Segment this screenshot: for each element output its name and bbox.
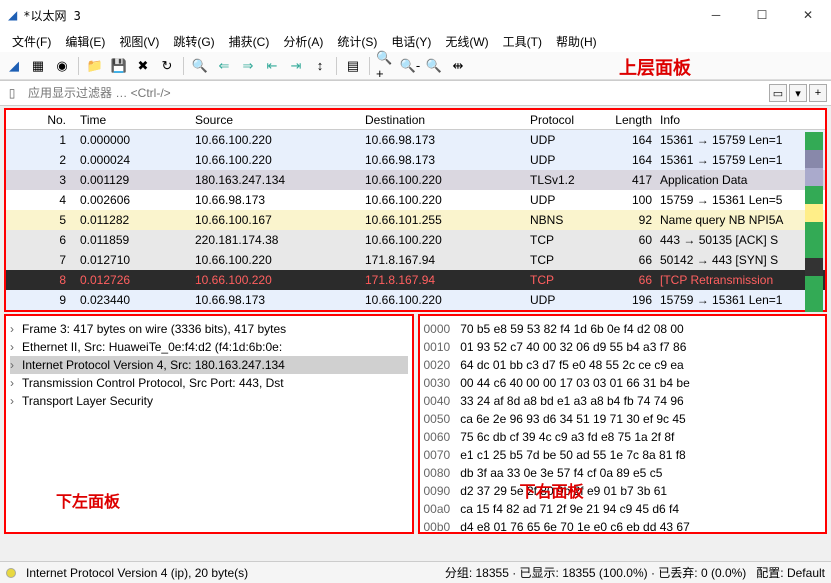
table-row[interactable]: 30.001129180.163.247.13410.66.100.220TLS… bbox=[6, 170, 825, 190]
jump-last-icon[interactable]: ⇥ bbox=[286, 56, 306, 76]
hex-row[interactable]: 006075 6c db cf 39 4c c9 a3 fd e8 75 1a … bbox=[424, 428, 822, 446]
table-row[interactable]: 40.00260610.66.98.17310.66.100.220UDP100… bbox=[6, 190, 825, 210]
status-field: Internet Protocol Version 4 (ip), 20 byt… bbox=[26, 566, 248, 580]
hex-row[interactable]: 00b0d4 e8 01 76 65 6e 70 1e e0 c6 eb dd … bbox=[424, 518, 822, 534]
auto-scroll-icon[interactable]: ↕ bbox=[310, 56, 330, 76]
open-icon[interactable]: 📁 bbox=[85, 56, 105, 76]
bookmark-icon[interactable]: ▯ bbox=[0, 86, 24, 100]
annotation-br: 下右面板 bbox=[520, 478, 584, 502]
menu-capture[interactable]: 捕获(C) bbox=[223, 31, 276, 52]
status-packets: 分组: 18355 · 已显示: 18355 (100.0%) · 已丢弃: 0… bbox=[445, 564, 746, 581]
maximize-button[interactable]: ☐ bbox=[739, 0, 785, 30]
tree-item[interactable]: ›Ethernet II, Src: HuaweiTe_0e:f4:d2 (f4… bbox=[10, 338, 408, 356]
col-source[interactable]: Source bbox=[191, 111, 361, 129]
table-row[interactable]: 10.00000010.66.100.22010.66.98.173UDP164… bbox=[6, 130, 825, 150]
reload-icon[interactable]: ↻ bbox=[157, 56, 177, 76]
col-no[interactable]: No. bbox=[6, 111, 76, 129]
menu-edit[interactable]: 编辑(E) bbox=[59, 31, 111, 52]
col-destination[interactable]: Destination bbox=[361, 111, 526, 129]
annotation-bl: 下左面板 bbox=[56, 488, 120, 512]
expand-icon[interactable]: › bbox=[10, 340, 22, 354]
packet-bytes-pane[interactable]: 000070 b5 e8 59 53 82 f4 1d 6b 0e f4 d2 … bbox=[418, 314, 828, 534]
prev-icon[interactable]: ⇐ bbox=[214, 56, 234, 76]
expert-info-icon[interactable] bbox=[6, 568, 16, 578]
col-length[interactable]: Length bbox=[601, 111, 656, 129]
minimize-button[interactable]: ─ bbox=[693, 0, 739, 30]
menu-wireless[interactable]: 无线(W) bbox=[439, 31, 494, 52]
table-row[interactable]: 70.01271010.66.100.220171.8.167.94TCP665… bbox=[6, 250, 825, 270]
hex-row[interactable]: 0080db 3f aa 33 0e 3e 57 f4 cf 0a 89 e5 … bbox=[424, 464, 822, 482]
capture-options-icon[interactable]: ◉ bbox=[52, 56, 72, 76]
hex-row[interactable]: 0070e1 c1 25 b5 7d be 50 ad 55 1e 7c 8a … bbox=[424, 446, 822, 464]
col-protocol[interactable]: Protocol bbox=[526, 111, 601, 129]
packet-details-pane[interactable]: ›Frame 3: 417 bytes on wire (3336 bits),… bbox=[4, 314, 414, 534]
col-time[interactable]: Time bbox=[76, 111, 191, 129]
expand-icon[interactable]: › bbox=[10, 394, 22, 408]
save-icon[interactable]: 💾 bbox=[109, 56, 129, 76]
filter-history-button[interactable]: ▾ bbox=[789, 84, 807, 102]
hex-row[interactable]: 003000 44 c6 40 00 00 17 03 03 01 66 31 … bbox=[424, 374, 822, 392]
jump-first-icon[interactable]: ⇤ bbox=[262, 56, 282, 76]
status-profile[interactable]: 配置: Default bbox=[756, 564, 825, 581]
table-row[interactable]: 80.01272610.66.100.220171.8.167.94TCP66[… bbox=[6, 270, 825, 290]
find-icon[interactable]: 🔍 bbox=[190, 56, 210, 76]
table-row[interactable]: 20.00002410.66.100.22010.66.98.173UDP164… bbox=[6, 150, 825, 170]
expand-icon[interactable]: › bbox=[10, 358, 22, 372]
hex-row[interactable]: 001001 93 52 c7 40 00 32 06 d9 55 b4 a3 … bbox=[424, 338, 822, 356]
zoom-out-icon[interactable]: 🔍- bbox=[400, 56, 420, 76]
table-row[interactable]: 90.02344010.66.98.17310.66.100.220UDP196… bbox=[6, 290, 825, 310]
window-title: *以太网 3 bbox=[23, 7, 81, 24]
app-icon: ◢ bbox=[8, 8, 17, 22]
menu-view[interactable]: 视图(V) bbox=[113, 31, 165, 52]
close-file-icon[interactable]: ✖ bbox=[133, 56, 153, 76]
interfaces-icon[interactable]: ▦ bbox=[28, 56, 48, 76]
packet-minimap[interactable] bbox=[805, 132, 823, 312]
hex-row[interactable]: 000070 b5 e8 59 53 82 f4 1d 6b 0e f4 d2 … bbox=[424, 320, 822, 338]
annotation-top: 上层面板 bbox=[619, 54, 691, 80]
col-info[interactable]: Info bbox=[656, 111, 825, 129]
table-row[interactable]: 60.011859220.181.174.3810.66.100.220TCP6… bbox=[6, 230, 825, 250]
filter-expression-button[interactable]: ▭ bbox=[769, 84, 787, 102]
hex-row[interactable]: 0050ca 6e 2e 96 93 d6 34 51 19 71 30 ef … bbox=[424, 410, 822, 428]
tree-item[interactable]: ›Transmission Control Protocol, Src Port… bbox=[10, 374, 408, 392]
menu-help[interactable]: 帮助(H) bbox=[550, 31, 603, 52]
hex-row[interactable]: 004033 24 af 8d a8 bd e1 a3 a8 b4 fb 74 … bbox=[424, 392, 822, 410]
menu-go[interactable]: 跳转(G) bbox=[167, 31, 220, 52]
filter-add-button[interactable]: + bbox=[809, 84, 827, 102]
packet-list-pane[interactable]: No. Time Source Destination Protocol Len… bbox=[4, 108, 827, 312]
menu-file[interactable]: 文件(F) bbox=[6, 31, 57, 52]
hex-row[interactable]: 0090d2 37 29 5e 2f 80 9b 2f e9 01 b7 3b … bbox=[424, 482, 822, 500]
zoom-reset-icon[interactable]: 🔍 bbox=[424, 56, 444, 76]
start-capture-icon[interactable]: ◢ bbox=[4, 56, 24, 76]
table-row[interactable]: 50.01128210.66.100.16710.66.101.255NBNS9… bbox=[6, 210, 825, 230]
tree-item[interactable]: ›Transport Layer Security bbox=[10, 392, 408, 410]
menu-analyze[interactable]: 分析(A) bbox=[277, 31, 329, 52]
resize-cols-icon[interactable]: ⇹ bbox=[448, 56, 468, 76]
hex-row[interactable]: 002064 dc 01 bb c3 d7 f5 e0 48 55 2c ce … bbox=[424, 356, 822, 374]
expand-icon[interactable]: › bbox=[10, 322, 22, 336]
expand-icon[interactable]: › bbox=[10, 376, 22, 390]
menu-stats[interactable]: 统计(S) bbox=[331, 31, 383, 52]
zoom-in-icon[interactable]: 🔍+ bbox=[376, 56, 396, 76]
tree-item[interactable]: ›Internet Protocol Version 4, Src: 180.1… bbox=[10, 356, 408, 374]
next-icon[interactable]: ⇒ bbox=[238, 56, 258, 76]
tree-item[interactable]: ›Frame 3: 417 bytes on wire (3336 bits),… bbox=[10, 320, 408, 338]
menu-telephony[interactable]: 电话(Y) bbox=[385, 31, 437, 52]
menu-tools[interactable]: 工具(T) bbox=[497, 31, 548, 52]
hex-row[interactable]: 00a0ca 15 f4 82 ad 71 2f 9e 21 94 c9 45 … bbox=[424, 500, 822, 518]
colorize-icon[interactable]: ▤ bbox=[343, 56, 363, 76]
display-filter-input[interactable] bbox=[24, 84, 765, 102]
close-button[interactable]: ✕ bbox=[785, 0, 831, 30]
